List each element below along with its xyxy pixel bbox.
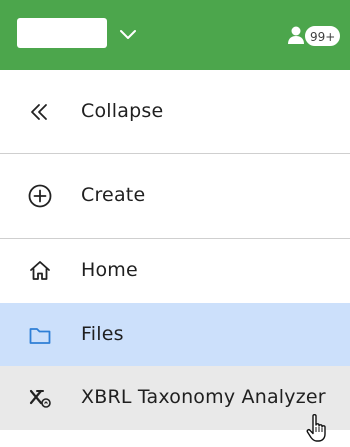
xbrl-taxonomy-analyzer-label: XBRL Taxonomy Analyzer — [81, 386, 326, 408]
user-menu-button[interactable]: 99+ — [287, 24, 343, 50]
folder-icon — [29, 328, 51, 344]
nav-item-home[interactable]: Home — [0, 239, 350, 303]
files-label: Files — [81, 323, 124, 345]
double-chevron-left-icon — [31, 104, 47, 120]
home-label: Home — [81, 259, 138, 281]
hand-pointer-cursor-icon — [306, 414, 326, 442]
nav-item-files[interactable]: Files — [0, 303, 350, 366]
notification-badge: 99+ — [305, 26, 341, 46]
chevron-down-icon[interactable] — [118, 26, 138, 42]
nav-item-xbrl-taxonomy-analyzer[interactable]: XBRL Taxonomy Analyzer — [0, 366, 350, 430]
collapse-label: Collapse — [81, 100, 164, 122]
create-button[interactable]: Create — [0, 154, 350, 238]
collapse-button[interactable]: Collapse — [0, 71, 350, 153]
plus-circle-icon — [28, 184, 52, 208]
app-logo[interactable] — [17, 18, 107, 48]
create-label: Create — [81, 184, 146, 206]
home-icon — [30, 261, 50, 280]
user-icon — [288, 26, 304, 44]
xbrl-analyzer-icon — [29, 389, 51, 408]
app-header: 99+ — [0, 0, 350, 70]
